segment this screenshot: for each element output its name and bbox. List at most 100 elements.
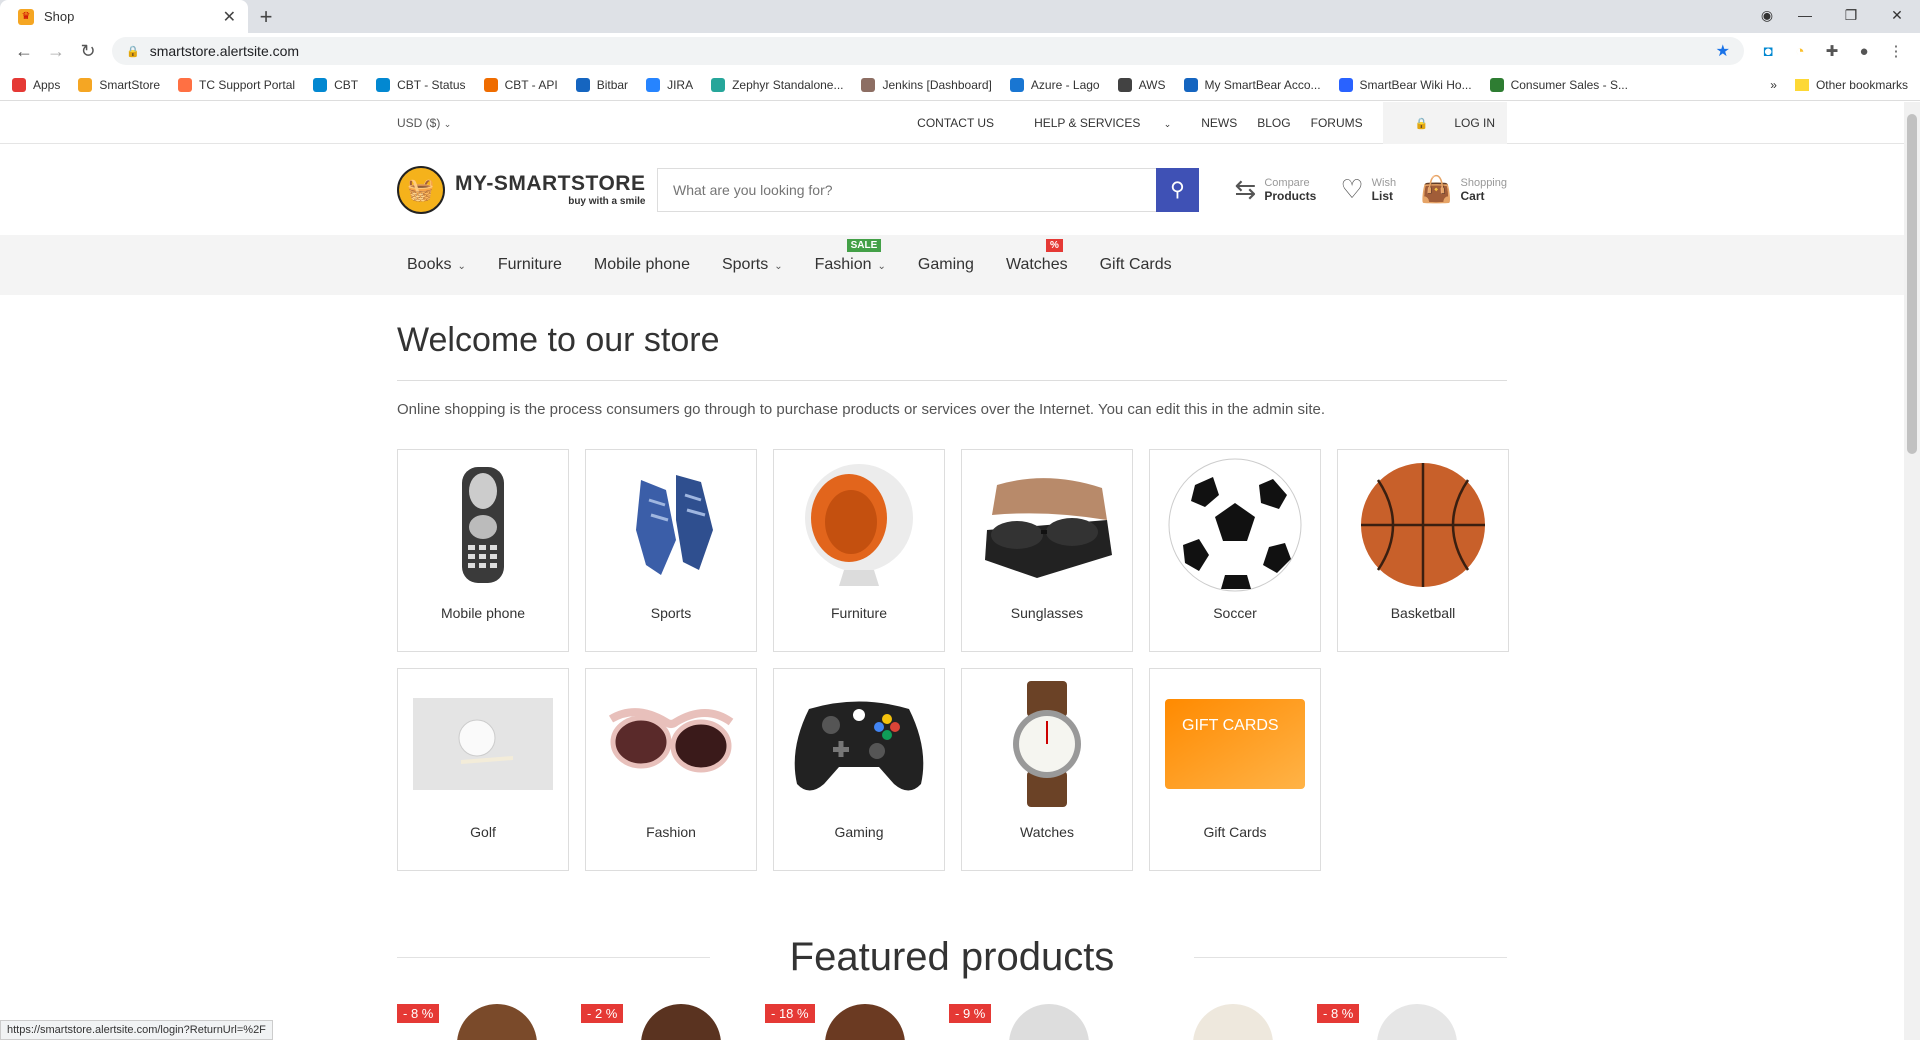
reload-icon[interactable]: ↻ [72, 41, 104, 62]
shop-favicon-icon: ♛ [18, 8, 34, 25]
bookmark-item[interactable]: CBT [313, 77, 359, 92]
store-logo[interactable]: 🧺 MY-SMARTSTORE buy with a smile [397, 165, 649, 214]
scrollbar-thumb[interactable] [1907, 114, 1917, 454]
category-nav: Books ⌄ Furniture Mobile phone Sports ⌄ Fashio… [0, 235, 1904, 295]
close-tab-icon[interactable]: ✕ [223, 7, 236, 27]
nav-item-furniture[interactable]: Furniture [488, 256, 562, 274]
nav-item-gift-cards[interactable]: Gift Cards [1090, 256, 1172, 274]
back-icon[interactable]: ← [8, 41, 40, 62]
search-box: ⚲ [657, 167, 1199, 212]
category-tile-golf[interactable]: Golf [397, 668, 569, 871]
lock-icon: 🔒 [126, 45, 140, 58]
other-bookmarks[interactable]: Other bookmarks [1816, 78, 1908, 92]
shopping-cart-button[interactable]: 👜 Shopping Cart [1420, 174, 1507, 205]
extensions-puzzle-icon[interactable]: ✚ [1816, 42, 1848, 60]
forward-icon[interactable]: → [40, 41, 72, 62]
category-tile-gaming[interactable]: Gaming [773, 668, 945, 871]
category-tile-gift-cards[interactable]: GIFT CARDS Gift Cards [1149, 668, 1321, 871]
search-input[interactable] [657, 167, 1156, 212]
compare-products-button[interactable]: ⇆ Compare Products [1235, 174, 1317, 205]
bookmark-item[interactable]: Apps [12, 77, 60, 92]
bookmark-item[interactable]: TC Support Portal [178, 77, 295, 92]
featured-section: Featured products [397, 935, 1507, 980]
nav-badge: SALE [846, 239, 882, 252]
nav-item-mobile-phone[interactable]: Mobile phone [584, 256, 690, 274]
bookmark-item[interactable]: SmartStore [78, 77, 161, 92]
discount-badge: - 2 % [581, 1004, 624, 1023]
bookmark-label: Consumer Sales - S... [1510, 77, 1628, 92]
nav-item-sports[interactable]: Sports ⌄ [712, 256, 783, 274]
bookmark-label: CBT [334, 77, 359, 92]
category-label: Gaming [834, 824, 884, 840]
forums-link[interactable]: FORUMS [1311, 116, 1363, 130]
bookmark-item[interactable]: SmartBear Wiki Ho... [1338, 77, 1472, 92]
featured-product[interactable]: - 2 % [581, 1004, 753, 1040]
bookmark-item[interactable]: Consumer Sales - S... [1489, 77, 1628, 92]
browser-tab[interactable]: ♛ Shop ✕ [0, 0, 248, 33]
golf-ball-icon [398, 669, 568, 819]
nav-item-watches[interactable]: Watches% [996, 239, 1068, 274]
profile-menu-icon[interactable]: ◉ [1752, 7, 1782, 24]
bookmark-item[interactable]: CBT - API [483, 77, 558, 92]
logo-title: MY-SMARTSTORE [455, 172, 646, 195]
featured-product[interactable] [1133, 1004, 1305, 1040]
discount-badge: - 8 % [397, 1004, 440, 1023]
category-tile-basketball[interactable]: Basketball [1337, 449, 1509, 652]
main-content: Welcome to our store Online shopping is … [397, 321, 1509, 1040]
close-window-icon[interactable]: ✕ [1874, 7, 1920, 24]
featured-products: - 8 % - 2 % - 18 % - 9 % - 8 % [397, 1004, 1507, 1040]
bookmark-item[interactable]: My SmartBear Acco... [1183, 77, 1321, 92]
minimize-icon[interactable]: — [1782, 7, 1828, 23]
login-button[interactable]: 🔒 LOG IN [1382, 102, 1507, 144]
basket-logo-icon: 🧺 [397, 165, 445, 214]
product-image [1193, 1004, 1273, 1040]
featured-product[interactable]: - 8 % [397, 1004, 569, 1040]
nav-item-books[interactable]: Books ⌄ [397, 256, 466, 274]
blog-link[interactable]: BLOG [1257, 116, 1290, 130]
search-button[interactable]: ⚲ [1156, 167, 1199, 212]
discount-badge: - 18 % [765, 1004, 815, 1023]
bookmark-favicon-icon [78, 77, 93, 92]
help-services-menu[interactable]: HELP & SERVICES ⌄ [1014, 116, 1171, 130]
category-tile-soccer[interactable]: Soccer [1149, 449, 1321, 652]
extension-icon[interactable]: ◔ [1784, 43, 1816, 60]
profile-avatar-icon[interactable]: ● [1848, 43, 1880, 60]
tab-title: Shop [44, 9, 75, 24]
featured-product[interactable]: - 8 % [1317, 1004, 1489, 1040]
bookmark-label: Jenkins [Dashboard] [882, 77, 992, 92]
nav-item-fashion[interactable]: Fashion ⌄ SALE [805, 239, 886, 274]
nav-item-gaming[interactable]: Gaming [908, 256, 974, 274]
news-link[interactable]: NEWS [1201, 116, 1237, 130]
bookmark-item[interactable]: Zephyr Standalone... [711, 77, 843, 92]
new-tab-button[interactable]: + [248, 0, 284, 33]
bookmark-label: AWS [1138, 77, 1166, 92]
more-bookmarks-icon[interactable]: » [1770, 78, 1777, 92]
wish-list-button[interactable]: ♡ Wish List [1340, 174, 1396, 205]
restore-icon[interactable]: ❐ [1828, 7, 1874, 24]
bookmark-item[interactable]: AWS [1117, 77, 1166, 92]
extension-icon[interactable]: ◘ [1752, 43, 1784, 60]
address-bar[interactable]: 🔒 smartstore.alertsite.com ★ [112, 37, 1744, 65]
category-tile-watches[interactable]: Watches [961, 668, 1133, 871]
bookmark-label: Azure - Lago [1030, 77, 1100, 92]
category-tile-fashion[interactable]: Fashion [585, 668, 757, 871]
bookmark-item[interactable]: JIRA [646, 77, 693, 92]
contact-us-link[interactable]: CONTACT US [917, 116, 994, 130]
category-tile-sunglasses[interactable]: Sunglasses [961, 449, 1133, 652]
bookmark-item[interactable]: CBT - Status [376, 77, 466, 92]
bookmark-item[interactable]: Bitbar [575, 77, 628, 92]
page-scrollbar[interactable] [1904, 102, 1920, 1040]
bookmark-item[interactable]: Jenkins [Dashboard] [861, 77, 992, 92]
featured-product[interactable]: - 18 % [765, 1004, 937, 1040]
category-tile-sports[interactable]: Sports [585, 449, 757, 652]
bookmark-star-icon[interactable]: ★ [1716, 41, 1730, 61]
category-tile-furniture[interactable]: Furniture [773, 449, 945, 652]
browser-menu-icon[interactable]: ⋮ [1880, 42, 1912, 60]
bookmark-item[interactable]: Azure - Lago [1009, 77, 1100, 92]
category-label: Basketball [1390, 605, 1456, 621]
featured-product[interactable]: - 9 % [949, 1004, 1121, 1040]
category-label: Gift Cards [1203, 824, 1267, 840]
bookmark-label: SmartStore [99, 77, 161, 92]
currency-selector[interactable]: USD ($) ⌄ [397, 116, 451, 130]
category-tile-mobile-phone[interactable]: Mobile phone [397, 449, 569, 652]
